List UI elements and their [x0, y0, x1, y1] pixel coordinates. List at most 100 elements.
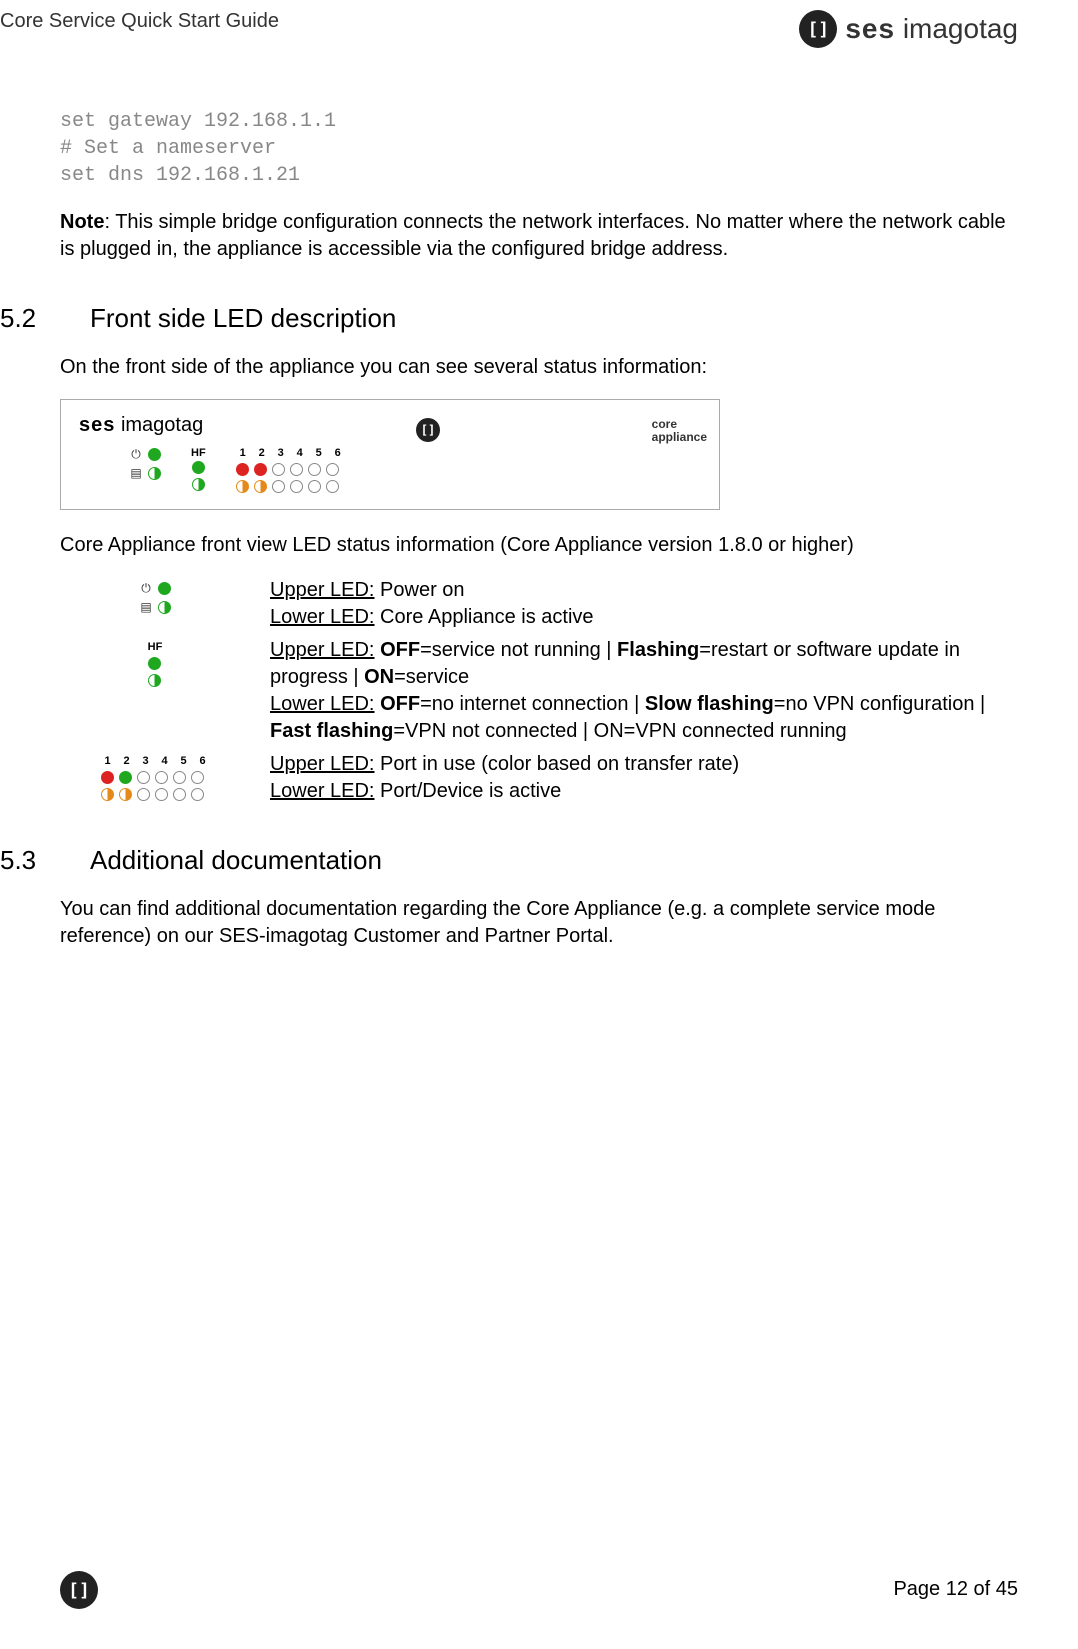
kw-off: OFF	[380, 693, 420, 715]
led-dot	[290, 463, 303, 476]
port-num: 1	[236, 447, 250, 459]
led-dot	[155, 771, 168, 784]
panel-brand-ses: ses	[79, 414, 115, 436]
desc-text: Port in use (color based on transfer rat…	[375, 753, 740, 775]
led-dot	[158, 582, 171, 595]
port-num: 1	[101, 755, 115, 767]
front-panel-figure: ses imagotag [] core appliance ⏻ ▤ HF	[60, 399, 720, 510]
kw-slow-flashing: Slow flashing	[645, 693, 774, 715]
panel-power-block: ⏻ ▤	[129, 447, 161, 493]
table-row: HF Upper LED: OFF=service not running | …	[60, 637, 1018, 745]
led-dot	[137, 788, 150, 801]
led-dot	[192, 461, 205, 474]
footer-badge-icon: []	[60, 1571, 98, 1609]
led-dot	[148, 674, 161, 687]
port-num: 3	[274, 447, 288, 459]
desc-text: Core Appliance is active	[375, 606, 594, 628]
document-title: Core Service Quick Start Guide	[0, 10, 279, 33]
led-desc: Upper LED: OFF=service not running | Fla…	[270, 637, 1018, 745]
kw-fast-flashing: Fast flashing	[270, 720, 393, 742]
led-dot	[148, 448, 161, 461]
led-dot	[101, 788, 114, 801]
led-dot	[119, 771, 132, 784]
desc-text: =service not running |	[420, 639, 617, 661]
page-content: set gateway 192.168.1.1 # Set a nameserv…	[0, 108, 1018, 950]
power-icon: ⏻	[139, 581, 153, 596]
note-paragraph: Note: This simple bridge configuration c…	[60, 209, 1018, 263]
led-dot	[272, 463, 285, 476]
hf-label: HF	[148, 641, 163, 653]
led-dot	[254, 480, 267, 493]
led-dot	[148, 467, 161, 480]
section-number: 5.3	[0, 845, 60, 876]
desc-text: =no internet connection |	[420, 693, 645, 715]
port-num: 4	[293, 447, 307, 459]
panel-brand: ses imagotag	[79, 414, 203, 437]
led-dot	[173, 788, 186, 801]
label-lower: Lower LED:	[270, 606, 375, 628]
led-dot	[101, 771, 114, 784]
page-number: Page 12 of 45	[893, 1578, 1018, 1601]
power-icon: ⏻	[129, 447, 143, 462]
section-number: 5.2	[0, 303, 60, 334]
label-lower: Lower LED:	[270, 693, 375, 715]
front-panel-caption: Core Appliance front view LED status inf…	[60, 532, 1018, 559]
panel-hf-block: HF	[191, 447, 206, 493]
led-dot	[191, 788, 204, 801]
desc-text: =no VPN configuration |	[774, 693, 985, 715]
led-dot	[272, 480, 285, 493]
led-dot	[158, 601, 171, 614]
led-dot	[192, 478, 205, 491]
led-dot	[148, 657, 161, 670]
section-title: Front side LED description	[90, 303, 396, 334]
label-upper: Upper LED:	[270, 579, 375, 601]
page-header: Core Service Quick Start Guide [] ses im…	[0, 10, 1018, 58]
brand-ses: ses	[845, 13, 895, 44]
led-dot	[173, 771, 186, 784]
led-dot	[254, 463, 267, 476]
panel-ports-block: 1 2 3 4 5 6	[236, 447, 345, 493]
panel-right-label: core appliance	[652, 418, 707, 444]
led-description-table: ⏻ ▤ Upper LED: Power on Lower LED: Core …	[60, 577, 1018, 805]
label-upper: Upper LED:	[270, 639, 375, 661]
led-icon-cell: ⏻ ▤	[60, 577, 250, 614]
panel-right-l2: appliance	[652, 431, 707, 444]
led-icon-cell: HF	[60, 637, 250, 687]
port-num: 3	[139, 755, 153, 767]
desc-text: Power on	[375, 579, 465, 601]
kw-off: OFF	[380, 639, 420, 661]
brand-imagotag: imagotag	[903, 13, 1018, 44]
section-5-2-intro: On the front side of the appliance you c…	[60, 354, 1018, 381]
led-icon-cell: 1 2 3 4 5 6	[60, 751, 250, 801]
table-row: ⏻ ▤ Upper LED: Power on Lower LED: Core …	[60, 577, 1018, 631]
code-block: set gateway 192.168.1.1 # Set a nameserv…	[60, 108, 1018, 189]
led-dot	[290, 480, 303, 493]
section-5-2-heading: 5.2 Front side LED description	[0, 303, 1018, 334]
led-dot	[119, 788, 132, 801]
label-lower: Lower LED:	[270, 780, 375, 802]
note-text: : This simple bridge configuration conne…	[60, 211, 1006, 260]
led-dot	[236, 463, 249, 476]
led-dot	[308, 463, 321, 476]
port-num: 4	[158, 755, 172, 767]
section-5-3-heading: 5.3 Additional documentation	[0, 845, 1018, 876]
led-dot	[308, 480, 321, 493]
panel-brand-imagotag: imagotag	[121, 414, 203, 436]
disk-icon: ▤	[139, 600, 153, 614]
label-upper: Upper LED:	[270, 753, 375, 775]
hf-label: HF	[191, 447, 206, 459]
desc-text: =service	[394, 666, 469, 688]
note-label: Note	[60, 211, 104, 233]
kw-flashing: Flashing	[617, 639, 699, 661]
port-num: 6	[331, 447, 345, 459]
led-dot	[191, 771, 204, 784]
desc-text: Port/Device is active	[375, 780, 562, 802]
section-5-3-body: You can find additional documentation re…	[60, 896, 1018, 950]
port-num: 2	[120, 755, 134, 767]
brand-logo: [] ses imagotag	[799, 10, 1018, 48]
panel-led-area: ⏻ ▤ HF 1 2 3 4 5 6	[129, 447, 701, 493]
led-dot	[236, 480, 249, 493]
section-title: Additional documentation	[90, 845, 382, 876]
port-num: 6	[196, 755, 210, 767]
led-dot	[326, 463, 339, 476]
